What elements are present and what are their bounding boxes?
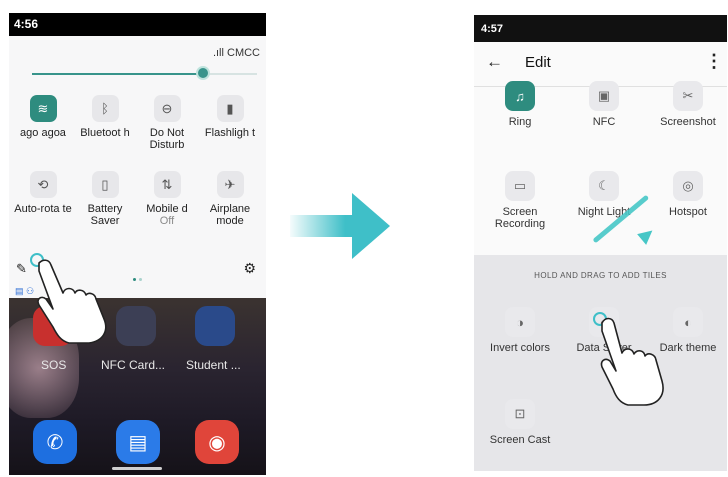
nfc-icon: ▣ (589, 81, 619, 111)
night-light-icon: ☾ (589, 171, 619, 201)
quick-tile-do-not-disturb[interactable]: ⊖ Do Not Disturb (136, 95, 198, 151)
do-not-disturb-icon: ⊖ (153, 95, 181, 122)
chrome-icon[interactable]: ◉ (195, 420, 239, 464)
brightness-fill (32, 73, 203, 75)
tile-label: NFC (592, 116, 616, 128)
tile-label: Bluetoot h (80, 127, 130, 139)
screen-recording-icon: ▭ (505, 171, 535, 201)
edit-tile-hotspot[interactable]: ◎ Hotspot (646, 171, 727, 218)
quick-tile-auto-rotate[interactable]: ⟲ Auto-rota te (12, 171, 74, 215)
tile-label: Flashligh t (204, 127, 256, 139)
quick-tile-mobile-data[interactable]: ⇅ Mobile d Off (136, 171, 198, 227)
right-phone-screenshot: 4:57 ← Edit ⋮ ♫ Ring ▣ NFC ✂ Screenshot ▭ Scree… (474, 15, 727, 471)
home-app-label: NFC Card... (101, 358, 166, 372)
student-app-icon[interactable] (195, 306, 235, 346)
carrier-signal: .ıll CMCC (212, 47, 260, 59)
page-title: Edit (525, 54, 551, 71)
messages-icon[interactable]: ▤ (116, 420, 160, 464)
status-bar: 4:57 (474, 15, 727, 42)
bluetooth-icon: ᛒ (91, 95, 119, 122)
tile-sublabel: Off (159, 215, 175, 227)
tile-label: Screen Recording (494, 206, 546, 230)
screenshot-icon: ✂ (673, 81, 703, 111)
tile-label: Auto-rota te (14, 203, 72, 215)
tile-label: Battery Saver (87, 203, 123, 227)
battery-saver-icon: ▯ (91, 171, 119, 198)
brightness-slider[interactable] (32, 73, 257, 75)
edit-tile-screen-recording[interactable]: ▭ Screen Recording (478, 171, 562, 230)
phone-icon[interactable]: ✆ (33, 420, 77, 464)
tile-label: Screen Cast (489, 434, 551, 446)
status-time: 4:57 (481, 23, 504, 35)
transition-arrow-icon (290, 193, 390, 259)
nfc-card-app-icon[interactable] (116, 306, 156, 346)
flashlight-icon: ▮ (216, 95, 244, 122)
wifi-icon: ≋ (29, 95, 57, 122)
settings-gear-icon[interactable]: ⚙ (243, 260, 256, 277)
quick-tile-bluetooth[interactable]: ᛒ Bluetoot h (74, 95, 136, 139)
invert-colors-icon: ◑ (505, 307, 535, 337)
edit-tile-nfc[interactable]: ▣ NFC (562, 81, 646, 128)
hold-and-drag-text: HOLD AND DRAG TO ADD TILES (534, 271, 667, 280)
edit-tile-bell[interactable]: ♫ Ring (478, 81, 562, 128)
mobile-data-icon: ⇅ (153, 171, 181, 198)
left-phone-screenshot: 4:56 .ıll CMCC ≋ ago agoa ᛒ Bluetoot h ⊖ Do N… (9, 13, 266, 475)
quick-tile-wifi[interactable]: ≋ ago agoa (12, 95, 74, 139)
home-app-label: SOS (41, 358, 67, 372)
airplane-icon: ✈ (216, 171, 244, 198)
page-indicator (133, 268, 145, 286)
home-app-label: Student ... (186, 358, 241, 372)
bell-icon: ♫ (505, 81, 535, 111)
quick-tile-battery-saver[interactable]: ▯ Battery Saver (74, 171, 136, 227)
edit-pencil-icon[interactable]: ✎ (16, 261, 27, 277)
status-bar: 4:56 (9, 13, 266, 36)
brightness-thumb[interactable] (196, 66, 210, 80)
status-time: 4:56 (14, 17, 39, 31)
edit-tile-screen-cast[interactable]: ⊡ Screen Cast (478, 399, 562, 446)
dragging-hand-icon (593, 312, 664, 406)
edit-tile-invert-colors[interactable]: ◑ Invert colors (478, 307, 562, 354)
edit-tile-screenshot[interactable]: ✂ Screenshot (646, 81, 727, 128)
tile-label: Do Not Disturb (149, 127, 185, 151)
tile-label: Ring (508, 116, 532, 128)
tapping-hand-icon (30, 253, 107, 344)
auto-rotate-icon: ⟲ (29, 171, 57, 198)
tile-label: Invert colors (490, 342, 550, 354)
more-options-icon[interactable]: ⋮ (705, 51, 723, 72)
tile-label: Airplane mode (209, 203, 251, 227)
quick-tile-flashlight[interactable]: ▮ Flashligh t (199, 95, 261, 139)
quick-tile-airplane[interactable]: ✈ Airplane mode (199, 171, 261, 227)
navigation-pill[interactable] (112, 467, 162, 470)
tile-label: Mobile d (146, 203, 188, 215)
back-arrow-icon[interactable]: ← (486, 52, 503, 72)
screen-cast-icon: ⊡ (505, 399, 535, 429)
tile-label: ago agoa (20, 127, 66, 139)
tile-label: Screenshot (660, 116, 716, 128)
tile-label: Hotspot (669, 206, 707, 218)
hotspot-icon: ◎ (673, 171, 703, 201)
dark-theme-icon: ◐ (673, 307, 703, 337)
